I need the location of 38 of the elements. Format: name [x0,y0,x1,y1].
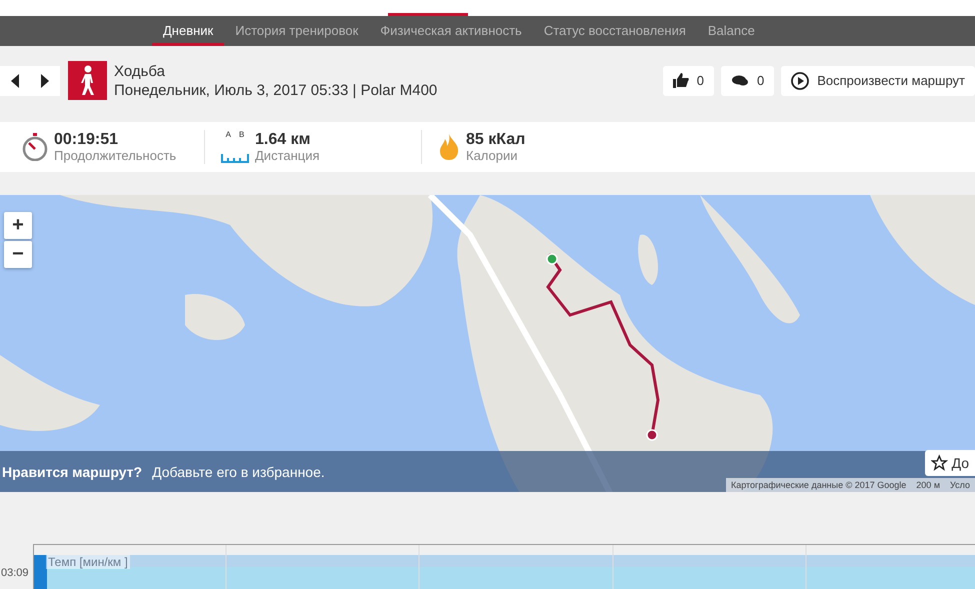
y-axis-label: 03:09 [1,567,29,579]
nav-tab[interactable]: История тренировок [224,18,370,46]
nav-tab[interactable]: Физическая активность [369,18,533,46]
map-scale: 200 м [915,480,942,490]
stat-value: 00:19:51 [54,130,120,148]
nav-tab[interactable]: Balance [696,18,766,46]
flame-icon [438,132,460,161]
banner-question: Нравится маршрут? [2,464,142,480]
stopwatch-icon [22,132,48,161]
activity-subtitle: Понедельник, Июль 3, 2017 05:33 | Polar M400 [114,82,438,99]
series-label: Темп [мин/км ] [46,555,130,569]
stat-label: Калории [466,148,519,163]
point-label: B [239,130,244,140]
stat-value: 1.64 км [255,130,312,148]
speech-bubbles-icon [730,74,749,88]
ruler-icon [221,153,249,164]
play-icon [791,72,810,90]
zoom-out-button[interactable]: − [4,240,32,268]
replay-route-button[interactable]: Воспроизвести маршрут [781,66,975,96]
comments-button[interactable]: 0 [720,66,774,96]
walking-person-icon [68,61,107,100]
next-icon[interactable] [41,74,49,88]
like-button[interactable]: 0 [662,66,714,96]
stat-value: 85 кКал [466,130,526,148]
star-icon [931,454,948,472]
map-attribution: Картографические данные © 2017 Google [730,480,908,490]
nav-tab[interactable]: Статус восстановления [532,18,697,46]
previous-icon[interactable] [11,74,19,88]
stat-label: Дистанция [255,148,320,163]
stat-label: Продолжительность [54,148,176,163]
point-label: A [226,130,231,140]
banner-text: Добавьте его в избранное. [152,464,325,480]
zoom-in-button[interactable]: + [4,212,32,239]
favorite-button[interactable]: До [925,450,975,476]
terms-link[interactable]: Усло [945,480,975,490]
activity-title: Ходьба [114,62,166,80]
thumbs-up-icon [672,73,689,88]
nav-tab[interactable]: Дневник [152,18,224,46]
